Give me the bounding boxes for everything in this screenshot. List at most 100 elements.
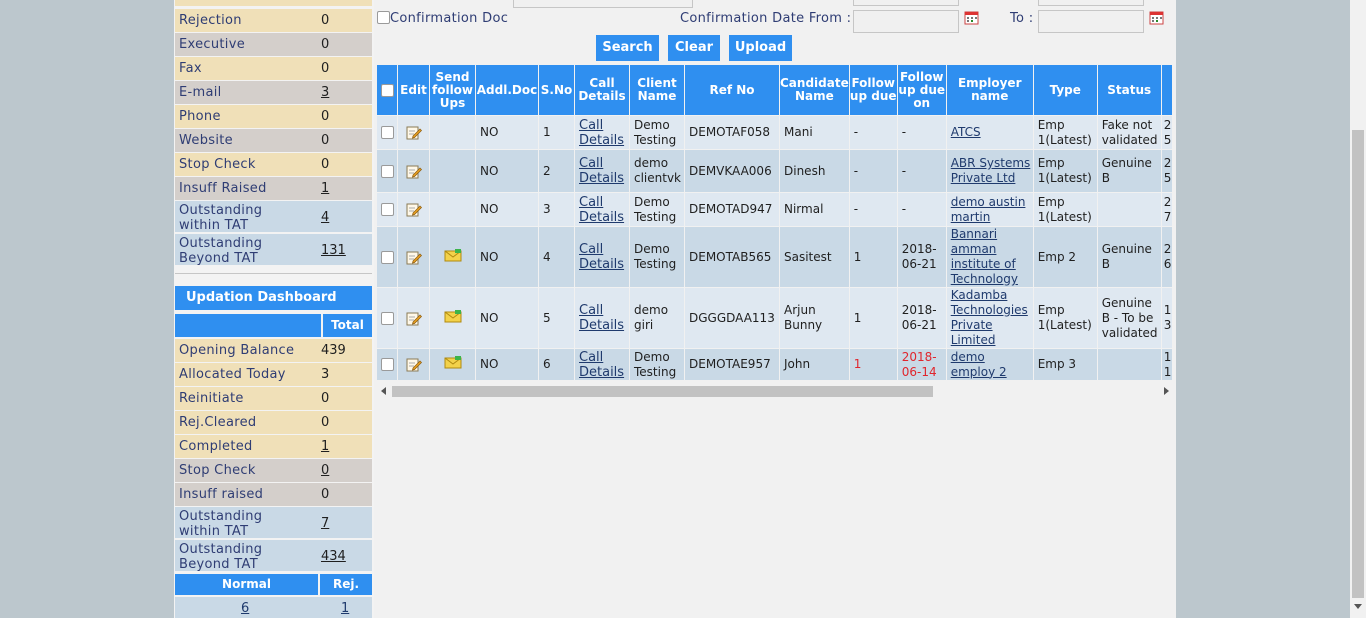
followup-due-cell: - <box>849 150 897 192</box>
row-checkbox[interactable] <box>380 250 394 264</box>
row-value: 439 <box>321 343 346 358</box>
row-count-link[interactable]: 1 <box>321 439 329 454</box>
row-label: Completed <box>179 439 253 454</box>
addl-doc-cell: NO <box>476 349 538 380</box>
edit-icon[interactable] <box>406 202 422 217</box>
row-checkbox[interactable] <box>380 358 394 371</box>
row-count-link[interactable]: 3 <box>321 85 329 100</box>
edit-icon[interactable] <box>406 311 422 326</box>
status-cell: Genuine B - To be validated <box>1097 288 1161 348</box>
row-label: Allocated Today <box>179 367 286 382</box>
table-row: NO 2 Call Details demo clientvk DEMVKAA006 Di… <box>377 150 1172 192</box>
mail-icon[interactable] <box>444 356 462 369</box>
followup-due-header: Follow up due <box>849 65 897 115</box>
sidebar-row: Phone 0 <box>175 105 372 128</box>
row-label: E-mail <box>179 85 222 100</box>
confirmation-doc-checkbox[interactable] <box>377 11 390 24</box>
row-label: Website <box>179 133 233 148</box>
followup-due-on-cell: 2018-06-21 <box>897 227 946 287</box>
call-details-cell: Call Details <box>575 116 629 149</box>
scroll-right-icon[interactable] <box>1164 387 1169 395</box>
calendar-icon[interactable] <box>964 10 979 25</box>
row-count-link[interactable]: 1 <box>321 181 329 196</box>
row-checkbox[interactable] <box>380 311 394 325</box>
status-cell: Genuine B <box>1097 150 1161 192</box>
call-details-link[interactable]: Call Details <box>579 156 624 186</box>
row-select-cell <box>377 227 397 287</box>
updation-header: Total <box>175 314 372 337</box>
table-row: NO 5 Call Details demo giri DGGGDAA113 Arjun … <box>377 288 1172 348</box>
upd-outstanding-beyond-link[interactable]: 434 <box>321 549 346 564</box>
scroll-down-icon[interactable] <box>1354 604 1362 609</box>
status-cell <box>1097 193 1161 226</box>
employer-name-cell: demo austin martin <box>946 193 1033 226</box>
employer-link[interactable]: Bannari amman institute of Technology <box>951 227 1018 286</box>
call-details-link[interactable]: Call Details <box>579 118 624 148</box>
edit-icon[interactable] <box>406 164 422 179</box>
scroll-thumb[interactable] <box>392 386 933 397</box>
call-details-link[interactable]: Call Details <box>579 242 624 272</box>
edit-cell <box>398 150 429 192</box>
mail-icon[interactable] <box>444 309 462 323</box>
sno-cell: 2 <box>539 150 574 192</box>
ref-no-cell: DEMOTAE957 <box>685 349 779 380</box>
call-details-link[interactable]: Call Details <box>579 350 624 380</box>
row-count-link[interactable]: 0 <box>321 463 329 478</box>
vertical-scroll-thumb[interactable] <box>1352 130 1364 598</box>
select-all-checkbox[interactable] <box>380 83 394 97</box>
row-select-cell <box>377 150 397 192</box>
row-checkbox[interactable] <box>380 126 394 139</box>
call-details-cell: Call Details <box>575 193 629 226</box>
edit-header: Edit <box>398 65 429 115</box>
row-label: Insuff Raised <box>179 181 267 196</box>
horizontal-scrollbar[interactable] <box>376 383 1174 399</box>
row-label: Executive <box>179 37 245 52</box>
normal-count-link[interactable]: 6 <box>241 601 249 616</box>
employer-link[interactable]: demo employ 2 <box>951 350 1007 379</box>
date-from-input[interactable] <box>853 10 959 33</box>
row-label: Opening Balance <box>179 343 295 358</box>
row-value: 0 <box>321 157 330 172</box>
addl-doc-cell: NO <box>476 150 538 192</box>
followup-due-cell: 1 <box>849 349 897 380</box>
row-select-cell <box>377 349 397 380</box>
overflow-cell: 1 3 <box>1161 288 1172 348</box>
candidate-name-cell: Mani <box>780 116 849 149</box>
client-name-cell: Demo Testing <box>630 116 684 149</box>
search-button[interactable]: Search <box>596 35 659 61</box>
sno-cell: 4 <box>539 227 574 287</box>
client-name-cell: Demo Testing <box>630 349 684 380</box>
outstanding-beyond-link[interactable]: 131 <box>321 243 346 258</box>
rej-count-link[interactable]: 1 <box>341 601 349 616</box>
call-details-link[interactable]: Call Details <box>579 195 624 225</box>
row-value: 0 <box>321 415 330 430</box>
edit-icon[interactable] <box>406 125 422 140</box>
search-text-input[interactable] <box>513 0 693 8</box>
mail-icon[interactable] <box>444 248 462 262</box>
followup-due-on-cell: 2018-06-14 <box>897 349 946 380</box>
sidebar-row: Insuff raised 0 <box>175 483 372 506</box>
edit-icon[interactable] <box>406 250 422 265</box>
clear-button[interactable]: Clear <box>668 35 720 61</box>
row-label: Stop Check <box>179 463 256 478</box>
edit-icon[interactable] <box>406 357 422 372</box>
upd-outstanding-within-link[interactable]: 7 <box>321 516 329 531</box>
calendar-icon[interactable] <box>1149 10 1164 25</box>
employer-link[interactable]: Kadamba Technologies Private Limited <box>951 288 1028 347</box>
scroll-left-icon[interactable] <box>381 387 386 395</box>
call-details-link[interactable]: Call Details <box>579 303 624 333</box>
vertical-scrollbar[interactable] <box>1350 0 1366 618</box>
outstanding-within-link[interactable]: 4 <box>321 210 329 225</box>
top-input-1[interactable] <box>853 0 959 6</box>
row-checkbox[interactable] <box>380 164 394 178</box>
to-date-input[interactable] <box>1038 10 1144 33</box>
employer-link[interactable]: ATCS <box>951 125 981 139</box>
overflow-cell: 2 7 <box>1161 193 1172 226</box>
employer-link[interactable]: demo austin martin <box>951 195 1026 224</box>
top-input-2[interactable] <box>1038 0 1144 6</box>
employer-name-cell: Bannari amman institute of Technology <box>946 227 1033 287</box>
updation-row-outstanding-within: Outstanding within TAT 7 <box>175 507 372 539</box>
upload-button[interactable]: Upload <box>729 35 792 61</box>
employer-link[interactable]: ABR Systems Private Ltd <box>951 156 1031 185</box>
row-checkbox[interactable] <box>380 203 394 216</box>
